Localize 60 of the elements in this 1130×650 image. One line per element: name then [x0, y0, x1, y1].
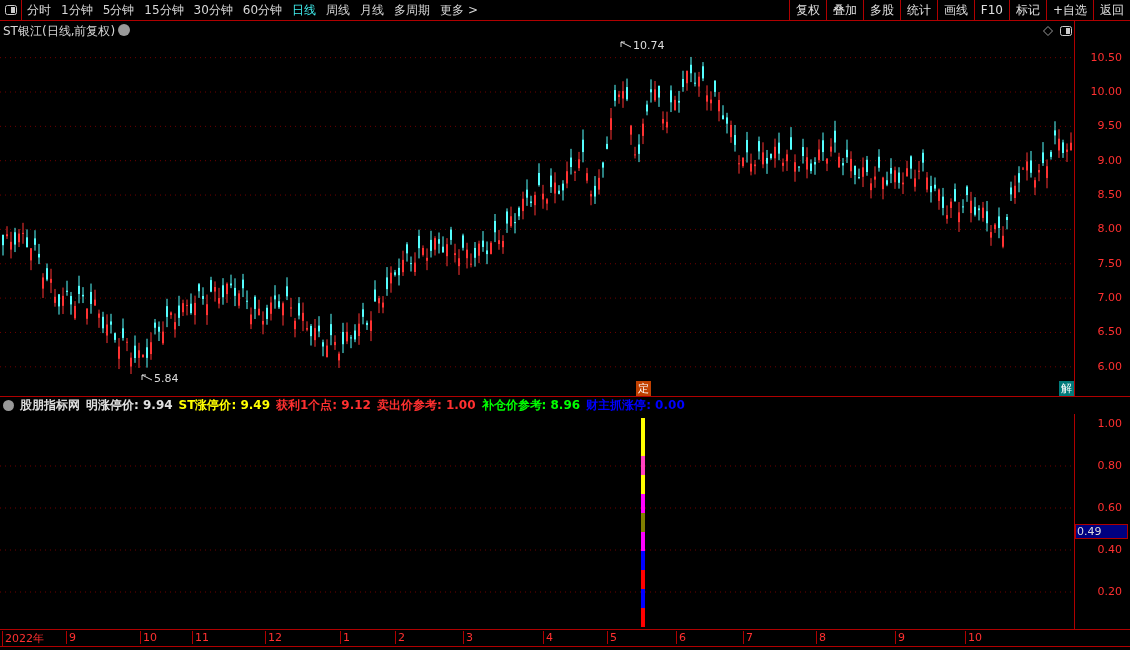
indicator-axis-label: 0.40 — [1097, 543, 1122, 556]
indicator-axis-label: 0.60 — [1097, 501, 1122, 514]
indicator-reading: 明涨停价: 9.94 — [86, 397, 173, 414]
time-axis-label: 10 — [140, 631, 157, 644]
more-menu[interactable]: 更多 > — [435, 0, 483, 20]
expand-icon[interactable] — [3, 400, 14, 411]
time-axis-label: 10 — [965, 631, 982, 644]
period-tab[interactable]: 1分钟 — [56, 0, 98, 20]
price-axis-label: 6.00 — [1097, 359, 1122, 373]
period-tab[interactable]: 多周期 — [389, 0, 436, 20]
pointer-arrow-icon — [620, 41, 632, 49]
price-axis-label: 9.00 — [1097, 153, 1122, 167]
indicator-reading: 补仓价参考: 8.96 — [481, 397, 581, 414]
indicator-reading: 财主抓涨停: 0.00 — [586, 397, 685, 414]
time-axis-label: 9 — [66, 631, 76, 644]
time-axis-label: 1 — [340, 631, 350, 644]
time-axis-label: 5 — [607, 631, 617, 644]
panel-toggle-icon — [4, 5, 17, 15]
period-tab[interactable]: 周线 — [321, 0, 356, 20]
price-axis-label: 9.50 — [1097, 119, 1122, 133]
current-value-label: 0.49 — [1075, 524, 1128, 539]
time-axis-label: 2022年 — [2, 631, 44, 646]
price-axis-label: 7.00 — [1097, 291, 1122, 305]
price-axis-label: 7.50 — [1097, 256, 1122, 270]
indicator-axis-label: 0.80 — [1097, 459, 1122, 472]
time-axis-label: 3 — [463, 631, 473, 644]
indicator-name: 股朋指标网 — [20, 397, 80, 414]
period-tab[interactable]: 分时 — [22, 0, 56, 20]
price-axis-label: 6.50 — [1097, 325, 1122, 339]
marker-badge[interactable]: 解 — [1059, 381, 1074, 396]
period-tab[interactable]: 30分钟 — [188, 0, 238, 20]
indicator-axis-label: 0.20 — [1097, 585, 1122, 598]
period-tab[interactable]: 月线 — [355, 0, 390, 20]
pointer-arrow-icon — [141, 374, 153, 382]
period-tab[interactable]: 60分钟 — [237, 0, 288, 20]
indicator-reading: ST涨停价: 9.49 — [178, 397, 270, 414]
indicator-reading: 获利1个点: 9.12 — [276, 397, 371, 414]
time-axis-label: 7 — [743, 631, 753, 644]
price-axis-label: 10.50 — [1090, 50, 1122, 64]
time-axis-label: 4 — [543, 631, 553, 644]
low-price-label: 5.84 — [154, 372, 179, 385]
price-axis-label: 8.00 — [1097, 222, 1122, 236]
chart-title: ST银江(日线,前复权) — [3, 23, 116, 40]
high-price-label: 10.74 — [633, 39, 665, 52]
marker-badge[interactable]: 定 — [636, 381, 651, 396]
time-axis-label: 12 — [265, 631, 282, 644]
time-axis-label: 11 — [192, 631, 209, 644]
period-tab[interactable]: 15分钟 — [139, 0, 189, 20]
time-axis-label: 6 — [676, 631, 686, 644]
period-tab[interactable]: 日线 — [287, 0, 322, 20]
panel-toggle-icon[interactable] — [1060, 26, 1072, 36]
time-axis-label: 2 — [395, 631, 405, 644]
price-axis-label: 8.50 — [1097, 188, 1122, 202]
price-axis-label: 10.00 — [1090, 85, 1122, 98]
period-tab[interactable]: 5分钟 — [97, 0, 140, 20]
indicator-axis-label: 1.00 — [1097, 417, 1122, 430]
time-axis-label: 9 — [895, 631, 905, 644]
dropdown-icon[interactable] — [118, 24, 130, 36]
indicator-reading: 卖出价参考: 1.00 — [376, 397, 476, 414]
time-axis-label: 8 — [816, 631, 826, 644]
